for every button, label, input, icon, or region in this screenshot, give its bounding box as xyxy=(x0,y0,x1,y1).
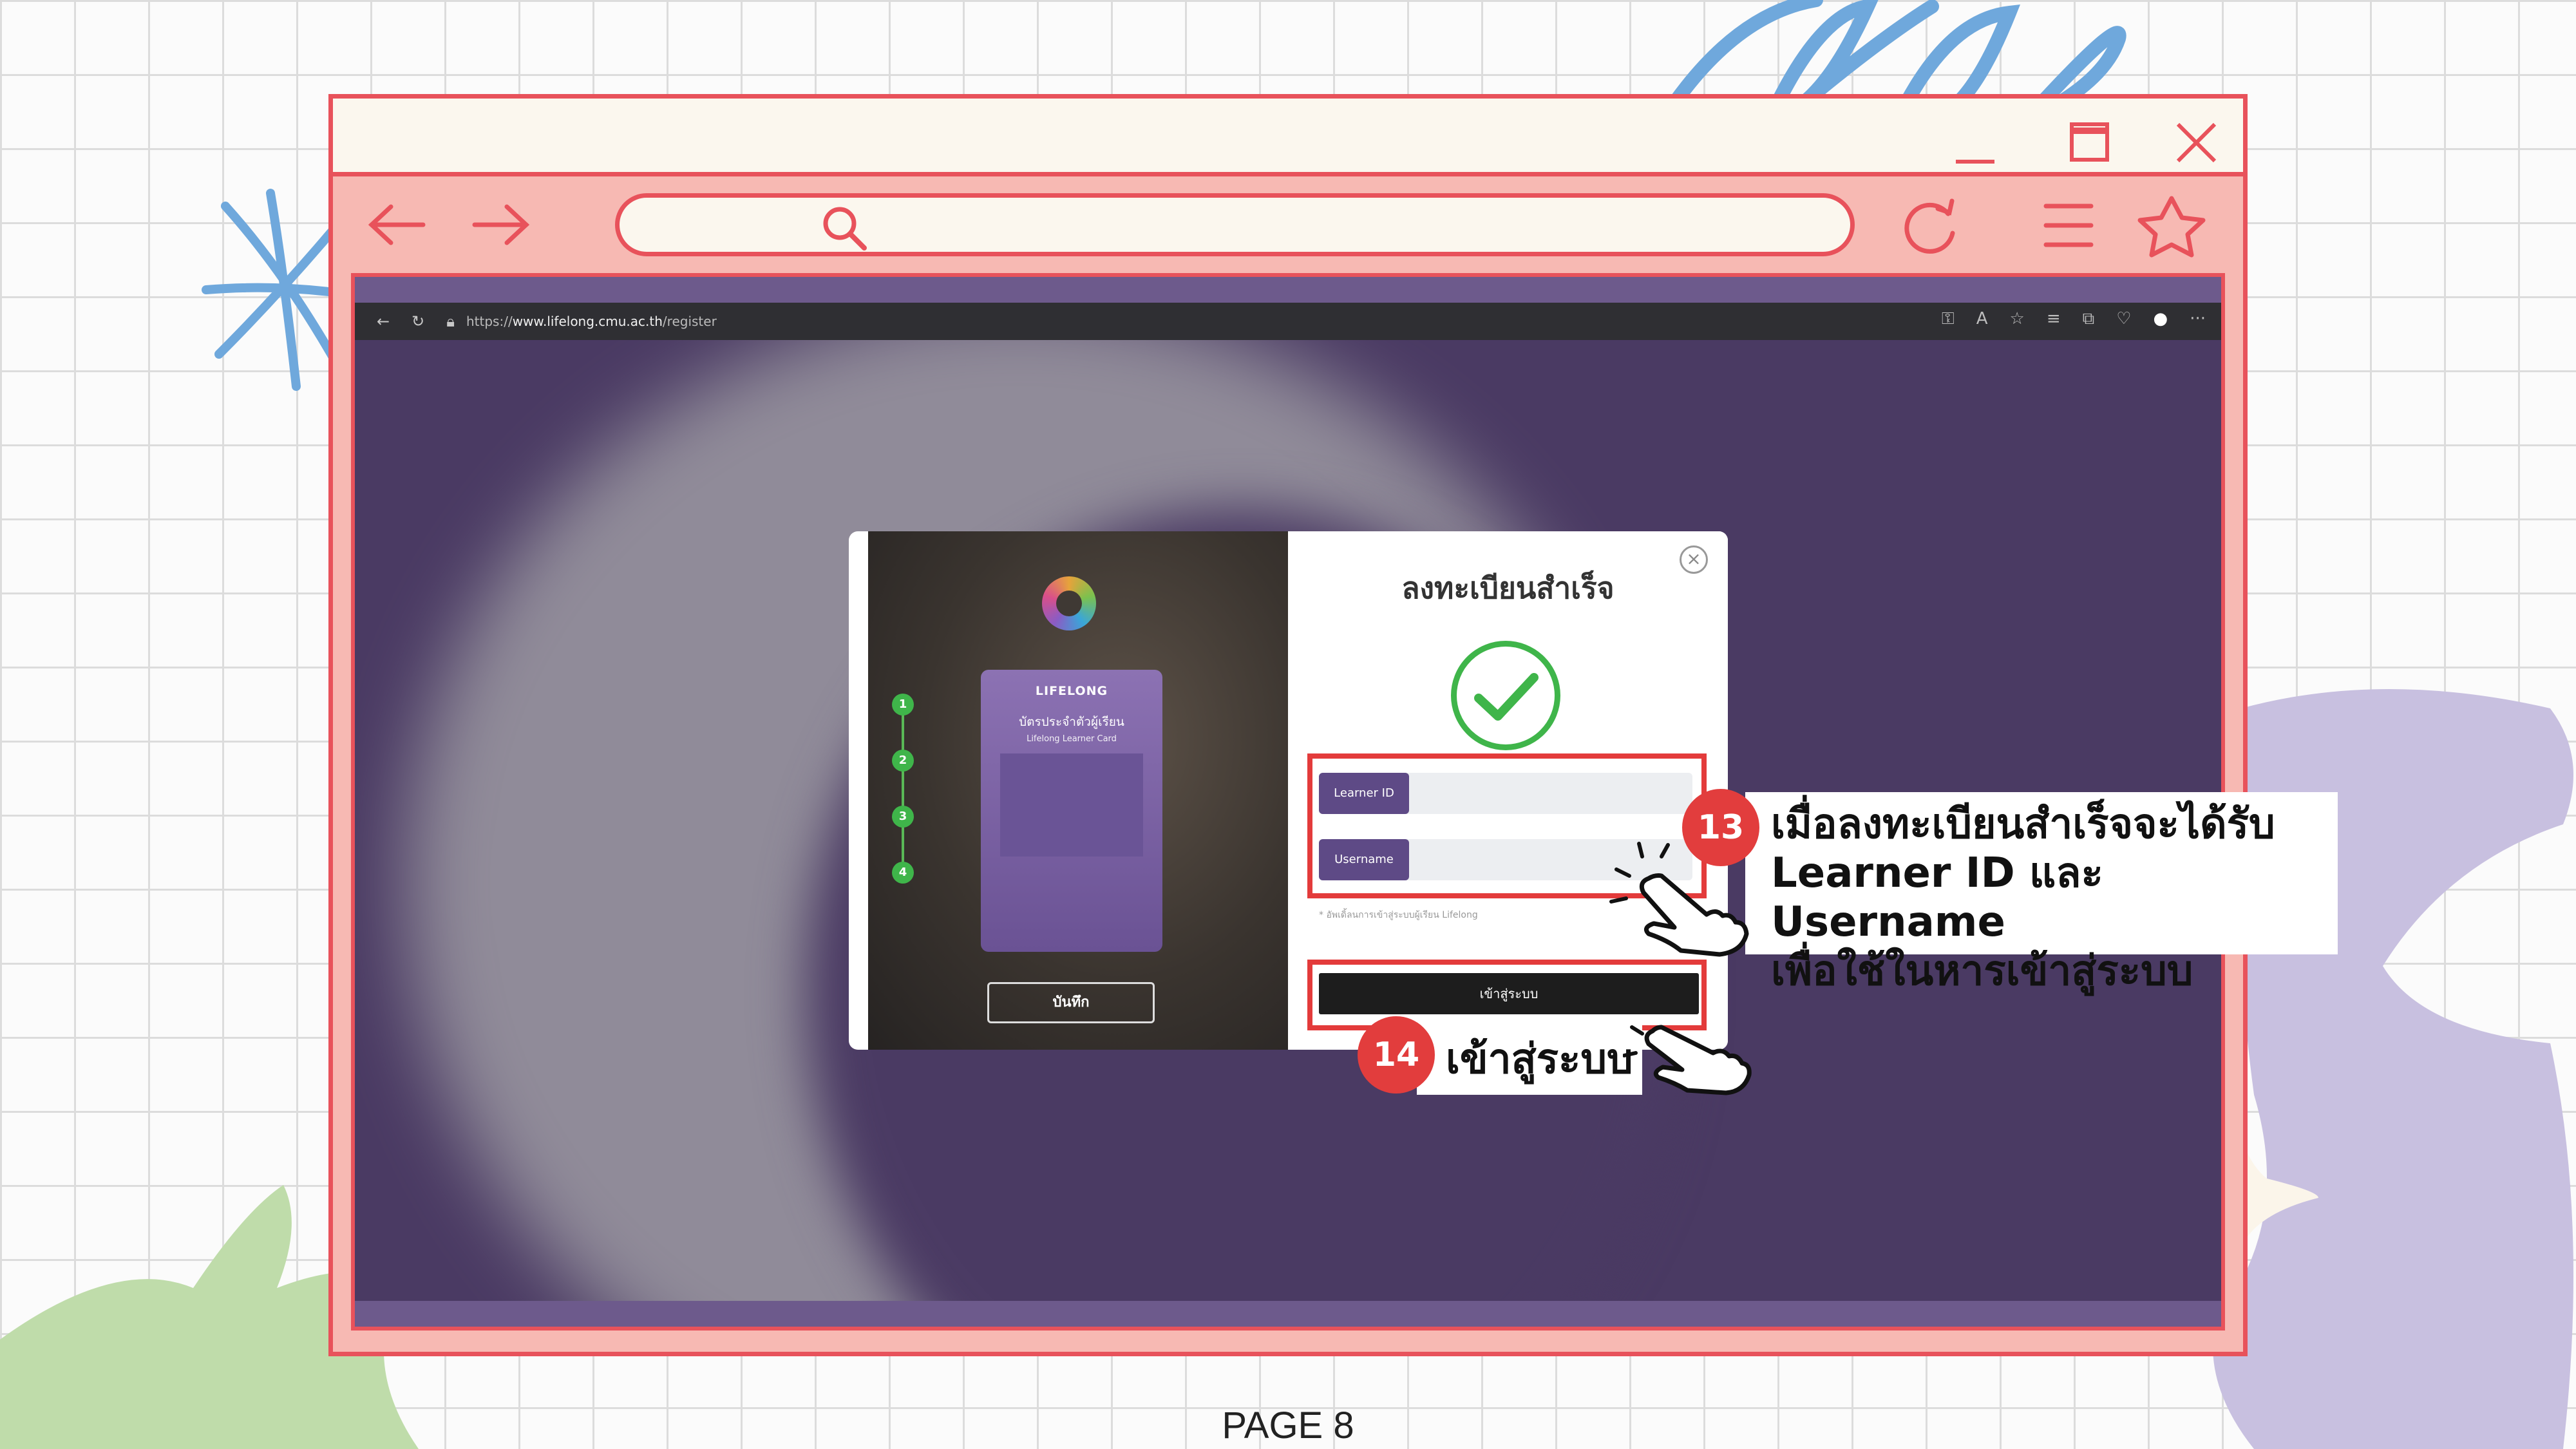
address-bar[interactable] xyxy=(615,193,1855,256)
page-number: PAGE 8 xyxy=(1222,1405,1354,1446)
inner-bottom-strip xyxy=(355,1301,2221,1327)
step14-badge: 14 xyxy=(1358,1016,1435,1094)
health-icon[interactable]: ♡ xyxy=(2116,309,2131,329)
lock-icon: 🔒︎ xyxy=(446,312,455,330)
step-4: 4 xyxy=(892,862,914,884)
read-aloud-icon[interactable]: A xyxy=(1976,309,1988,329)
lifelong-logo xyxy=(1042,576,1096,630)
card-title: บัตรประจำตัวผู้เรียน xyxy=(1019,715,1124,729)
blue-scribble xyxy=(1667,0,2126,117)
card-logo: LIFELONG xyxy=(1035,684,1108,698)
step13-line1: เมื่อลงทะเบียนสำเร็จจะได้รับ xyxy=(1771,800,2275,848)
step13-line2: Learner ID และ Username xyxy=(1771,849,2103,946)
inner-reload-icon[interactable]: ↻ xyxy=(412,312,424,330)
inner-url[interactable]: https://www.lifelong.cmu.ac.th/register xyxy=(466,314,717,329)
inner-browser-chrome: ← ↻ 🔒︎ https://www.lifelong.cmu.ac.th/re… xyxy=(355,303,2221,340)
learner-id-label: Learner ID xyxy=(1319,773,1409,814)
window-controls xyxy=(1956,122,2217,164)
step-2: 2 xyxy=(892,750,914,772)
star-icon xyxy=(2137,196,2206,258)
step13-note: เมื่อลงทะเบียนสำเร็จจะได้รับ Learner ID … xyxy=(1745,792,2338,995)
inner-back-icon[interactable]: ← xyxy=(377,312,390,330)
menu-icon xyxy=(2043,204,2094,247)
close-icon xyxy=(2176,122,2217,163)
step13-line3: เพื่อใช้ในหารเข้าสู่ระบบ xyxy=(1771,947,2193,995)
browser-titlebar xyxy=(328,94,2248,176)
inner-toolbar-icons: ⚿ A ☆ ≡ ⧉ ♡ ● ··· xyxy=(1942,309,2206,329)
nav-arrows[interactable] xyxy=(365,199,558,251)
search-icon xyxy=(823,207,867,251)
learner-card: LIFELONG บัตรประจำตัวผู้เรียน Lifelong L… xyxy=(981,670,1162,952)
pointer-hand-icon-2 xyxy=(1623,1025,1752,1095)
username-label: Username xyxy=(1319,839,1409,880)
more-icon[interactable]: ··· xyxy=(2190,309,2206,329)
pointer-hand-icon xyxy=(1609,842,1749,957)
step-3: 3 xyxy=(892,806,914,828)
nav-right-icons[interactable] xyxy=(1898,194,2233,259)
inner-top-strip xyxy=(355,277,2221,303)
key-icon[interactable]: ⚿ xyxy=(1942,309,1955,329)
back-arrow-icon xyxy=(368,204,426,245)
learner-id-field: Learner ID xyxy=(1319,773,1692,814)
modal-left-panel: 1 2 3 4 LIFELONG บัตรประจำตัวผู้เรียน Li… xyxy=(868,531,1288,1050)
forward-arrow-icon xyxy=(472,204,530,245)
card-subtitle: Lifelong Learner Card xyxy=(1027,734,1117,744)
success-check-icon xyxy=(1451,641,1560,750)
reload-icon xyxy=(1904,198,1955,254)
hint-text: * อัพเดิ้ลนการเข้าสู่ระบบผู้เรียน Lifelo… xyxy=(1319,910,1478,920)
steps-line xyxy=(902,706,904,877)
save-button[interactable]: บันทึก xyxy=(987,982,1155,1023)
profile-icon[interactable]: ● xyxy=(2154,309,2168,329)
registration-modal: 1 2 3 4 LIFELONG บัตรประจำตัวผู้เรียน Li… xyxy=(849,531,1728,1050)
modal-title: ลงทะเบียนสำเร็จ xyxy=(1401,571,1615,605)
favorites-list-icon[interactable]: ≡ xyxy=(2047,309,2061,329)
collections-icon[interactable]: ⧉ xyxy=(2083,309,2095,329)
modal-right-panel: × ลงทะเบียนสำเร็จ Learner ID Username * … xyxy=(1288,531,1728,1050)
favorite-icon[interactable]: ☆ xyxy=(2010,309,2025,329)
step14-note: เข้าสู่ระบบ xyxy=(1417,1024,1642,1095)
step-1: 1 xyxy=(892,694,914,715)
card-photo xyxy=(1000,753,1143,857)
